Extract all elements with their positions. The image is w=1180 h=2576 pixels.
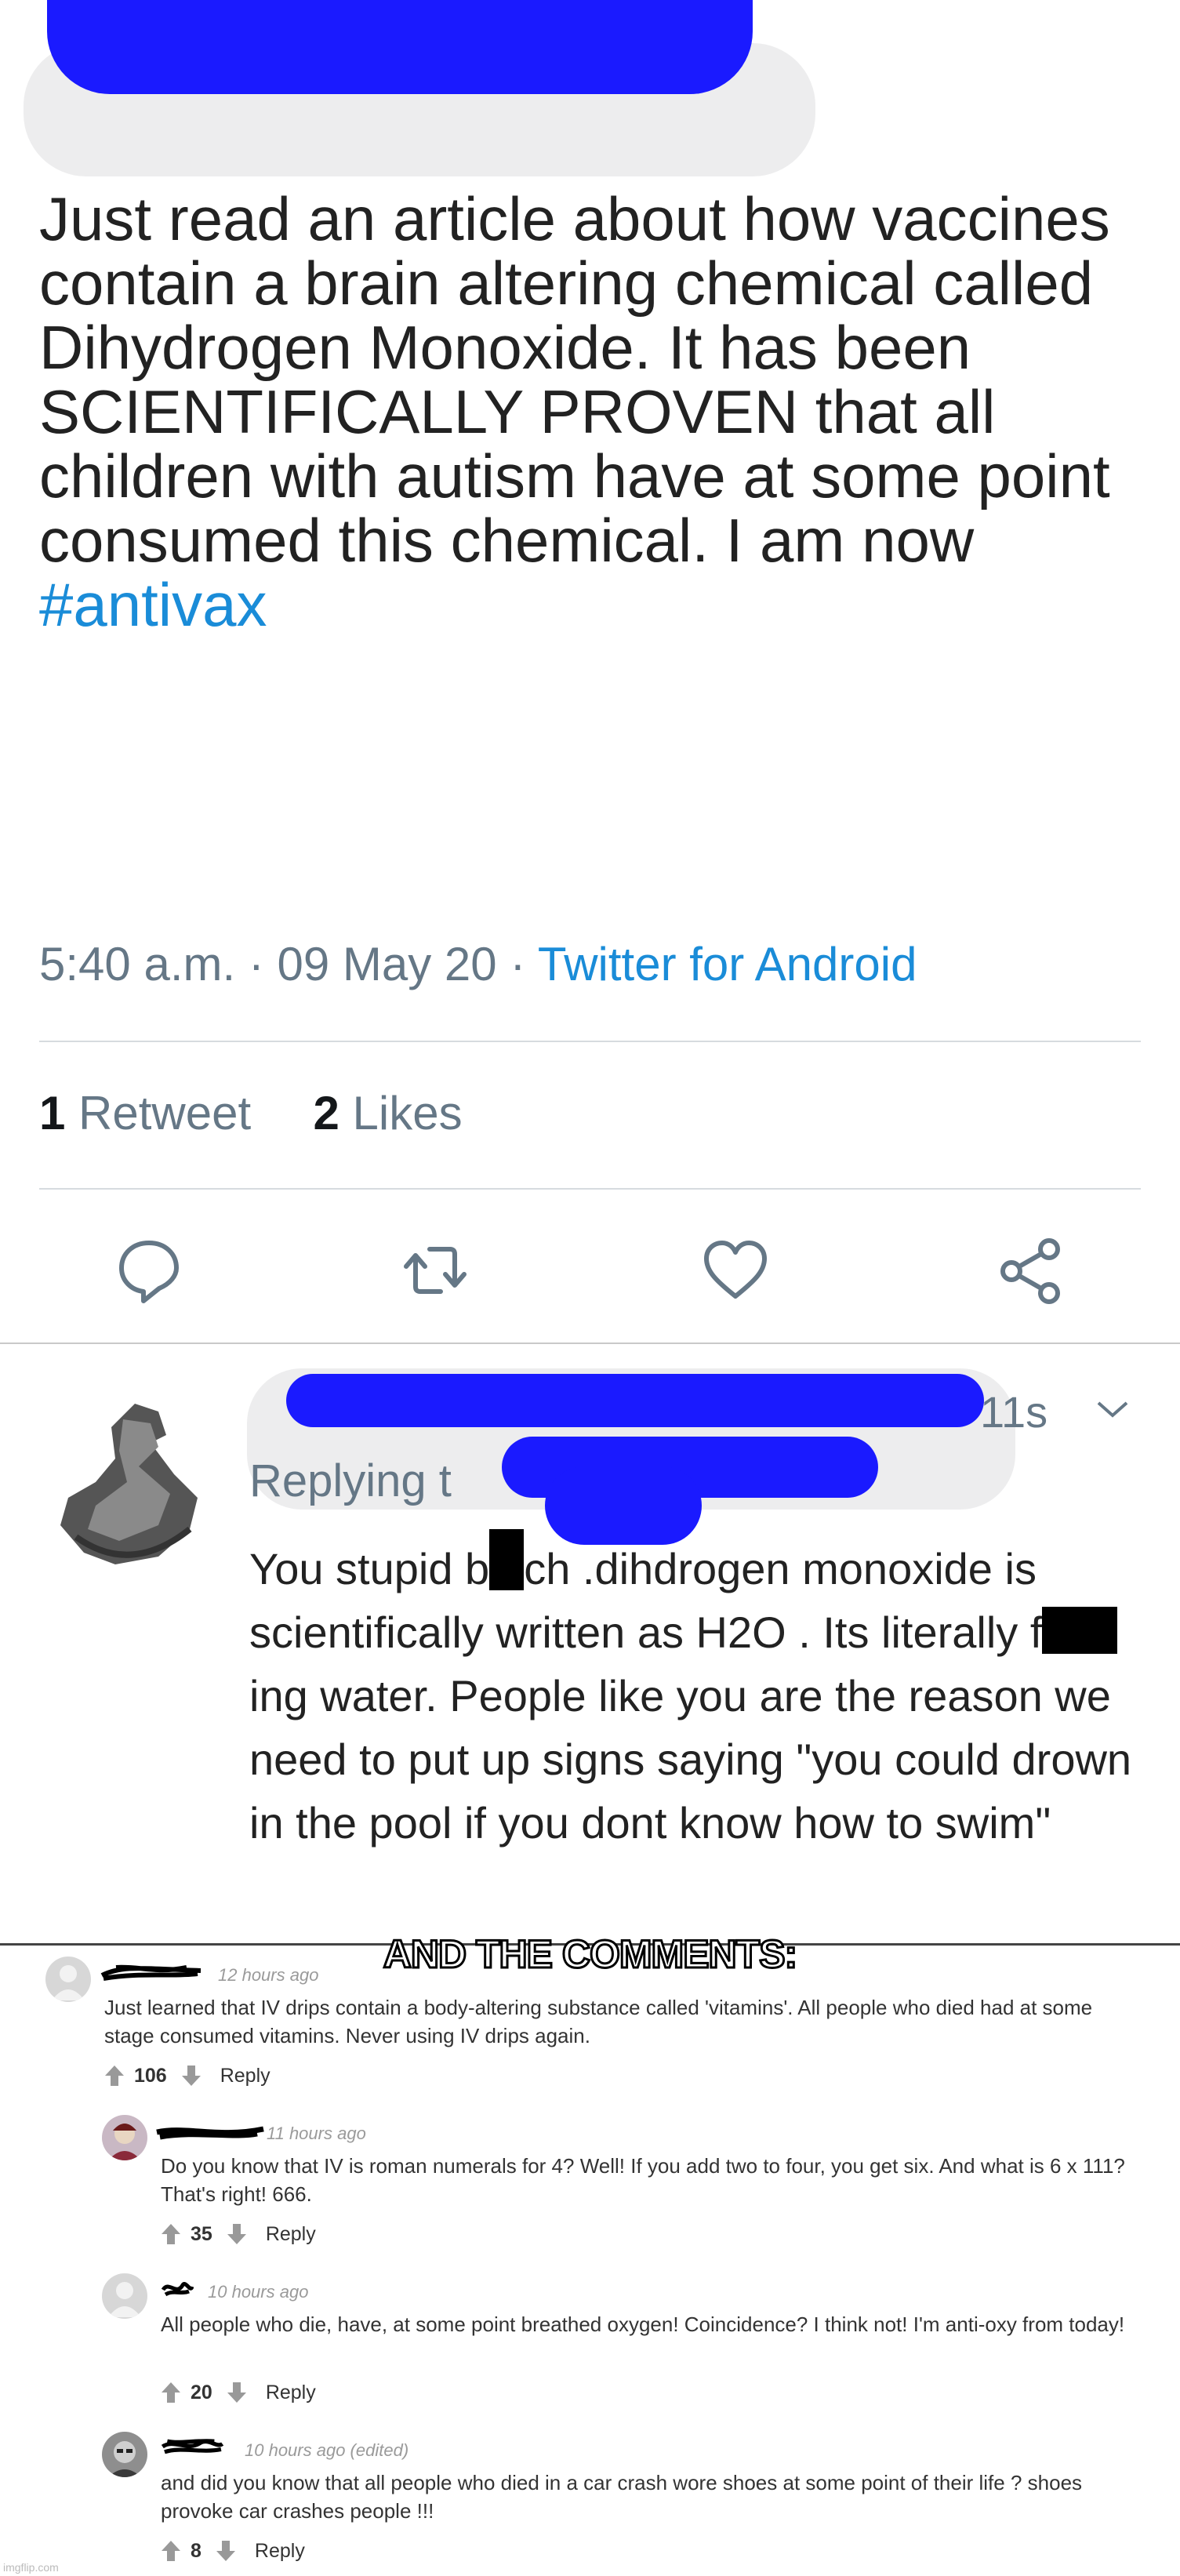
tweet-meta: 5:40 a.m. · 09 May 20 · Twitter for Andr… [39, 938, 917, 990]
tweet-time: 5:40 a.m. [39, 938, 236, 990]
avatar[interactable] [102, 2115, 147, 2160]
watermark: imgflip.com [3, 2561, 59, 2574]
upvote-icon[interactable] [161, 2222, 181, 2246]
upvote-icon[interactable] [161, 2381, 181, 2404]
comment-actions: 35 Reply [161, 2222, 316, 2246]
tweet-date: 09 May 20 [277, 938, 497, 990]
reply-button[interactable]: Reply [266, 2223, 316, 2246]
avatar[interactable] [102, 2432, 147, 2477]
comment-time: 10 hours ago (edited) [245, 2440, 409, 2460]
replying-to: Replying t [249, 1455, 452, 1506]
divider [39, 1188, 1141, 1190]
comment-time: 10 hours ago [208, 2282, 309, 2302]
comment-actions: 106 Reply [104, 2064, 270, 2087]
divider [39, 1041, 1141, 1042]
reply-time: 11s [980, 1387, 1048, 1437]
username-redaction [47, 0, 753, 94]
retweets-stat[interactable]: 1 Retweet [39, 1087, 251, 1139]
reply-icon[interactable] [114, 1235, 184, 1306]
comment-text: Do you know that IV is roman numerals fo… [161, 2154, 1125, 2206]
downvote-icon[interactable] [227, 2222, 247, 2246]
vote-count: 20 [191, 2381, 212, 2403]
comment-text: and did you know that all people who die… [161, 2471, 1083, 2523]
downvote-icon[interactable] [227, 2381, 247, 2404]
vote-count: 106 [134, 2064, 167, 2087]
reply-button[interactable]: Reply [220, 2065, 270, 2087]
username-redaction [286, 1374, 984, 1427]
comment-text: Just learned that IV drips contain a bod… [104, 1996, 1093, 2047]
censor-bar [489, 1529, 525, 1590]
vote-count: 35 [191, 2222, 212, 2245]
censor-bar [1042, 1607, 1118, 1654]
reply-button[interactable]: Reply [255, 2540, 305, 2563]
downvote-icon[interactable] [181, 2064, 202, 2087]
username-redaction [156, 2126, 264, 2140]
tweet-source-link[interactable]: Twitter for Android [538, 938, 917, 990]
avatar[interactable] [45, 1957, 91, 2002]
share-icon[interactable] [996, 1235, 1066, 1306]
username-redaction [100, 1964, 202, 1981]
comment-text: All people who die, have, at some point … [161, 2313, 1125, 2336]
section-divider [0, 1342, 1180, 1344]
comment-actions: 20 Reply [161, 2381, 316, 2404]
like-icon[interactable] [700, 1235, 771, 1306]
upvote-icon[interactable] [161, 2539, 181, 2563]
likes-stat[interactable]: 2 Likes [314, 1087, 463, 1139]
chevron-down-icon[interactable] [1094, 1398, 1131, 1422]
comment-actions: 8 Reply [161, 2539, 305, 2563]
downvote-icon[interactable] [216, 2539, 236, 2563]
retweet-icon[interactable] [400, 1235, 470, 1306]
username-redaction [161, 2282, 194, 2297]
tweet-text: Just read an article about how vaccines … [39, 184, 1110, 639]
comment-time: 11 hours ago [267, 2124, 366, 2143]
reply-avatar[interactable] [41, 1388, 221, 1572]
upvote-icon[interactable] [104, 2064, 125, 2087]
vote-count: 8 [191, 2539, 202, 2562]
hashtag-link[interactable]: #antivax [39, 570, 267, 639]
avatar[interactable] [102, 2273, 147, 2319]
tweet-stats: 1 Retweet 2 Likes [39, 1086, 463, 1140]
username-redaction [161, 2439, 224, 2454]
reply-button[interactable]: Reply [266, 2382, 316, 2404]
comment-time: 12 hours ago [218, 1965, 319, 1985]
reply-text: You stupid b ch .dihdrogen monoxide is sc… [249, 1529, 1159, 1855]
